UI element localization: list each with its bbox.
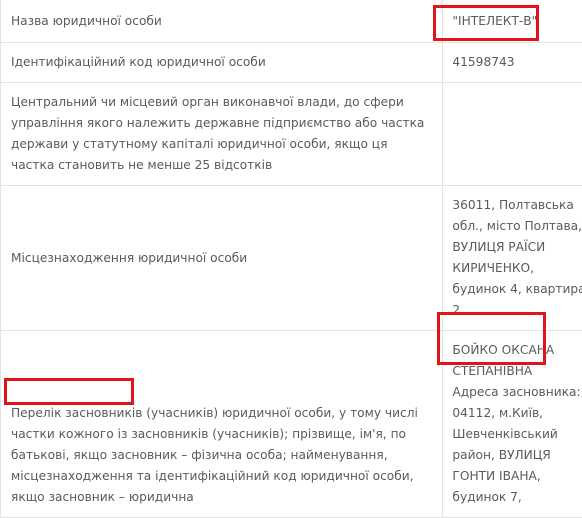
entity-code-value: 41598743 (443, 43, 582, 83)
table-row: Центральний чи місцевий орган виконавчої… (1, 83, 582, 186)
founders-label-highlight: Перелік засновників (11, 406, 142, 420)
founder-name: БОЙКО ОКСАНА СТЕПАНІВНА (452, 340, 582, 382)
founders-label: Перелік засновників (учасників) юридично… (1, 331, 443, 518)
founders-value: БОЙКО ОКСАНА СТЕПАНІВНААдреса засновника… (443, 331, 582, 518)
founders-label-rest: (учасників) юридичної особи, у тому числ… (11, 406, 418, 504)
table-row: Назва юридичної особи "ІНТЕЛЕКТ-В" (1, 0, 582, 43)
legal-entity-table: Назва юридичної особи "ІНТЕЛЕКТ-В" Ідент… (0, 0, 582, 518)
entity-code-label: Ідентифікаційний код юридичної особи (1, 43, 443, 83)
authority-label: Центральний чи місцевий орган виконавчої… (1, 83, 443, 186)
table-row: Місцезнаходження юридичної особи 36011, … (1, 186, 582, 331)
table-row: Ідентифікаційний код юридичної особи 415… (1, 43, 582, 83)
authority-value (443, 83, 582, 186)
entity-name-label: Назва юридичної особи (1, 0, 443, 43)
location-label: Місцезнаходження юридичної особи (1, 186, 443, 331)
founder-address: Адреса засновника: 04112, м.Київ, Шевчен… (452, 382, 582, 508)
entity-name-value: "ІНТЕЛЕКТ-В" (443, 0, 582, 43)
location-value: 36011, Полтавська обл., місто Полтава, В… (443, 186, 582, 331)
table-row: Перелік засновників (учасників) юридично… (1, 331, 582, 518)
